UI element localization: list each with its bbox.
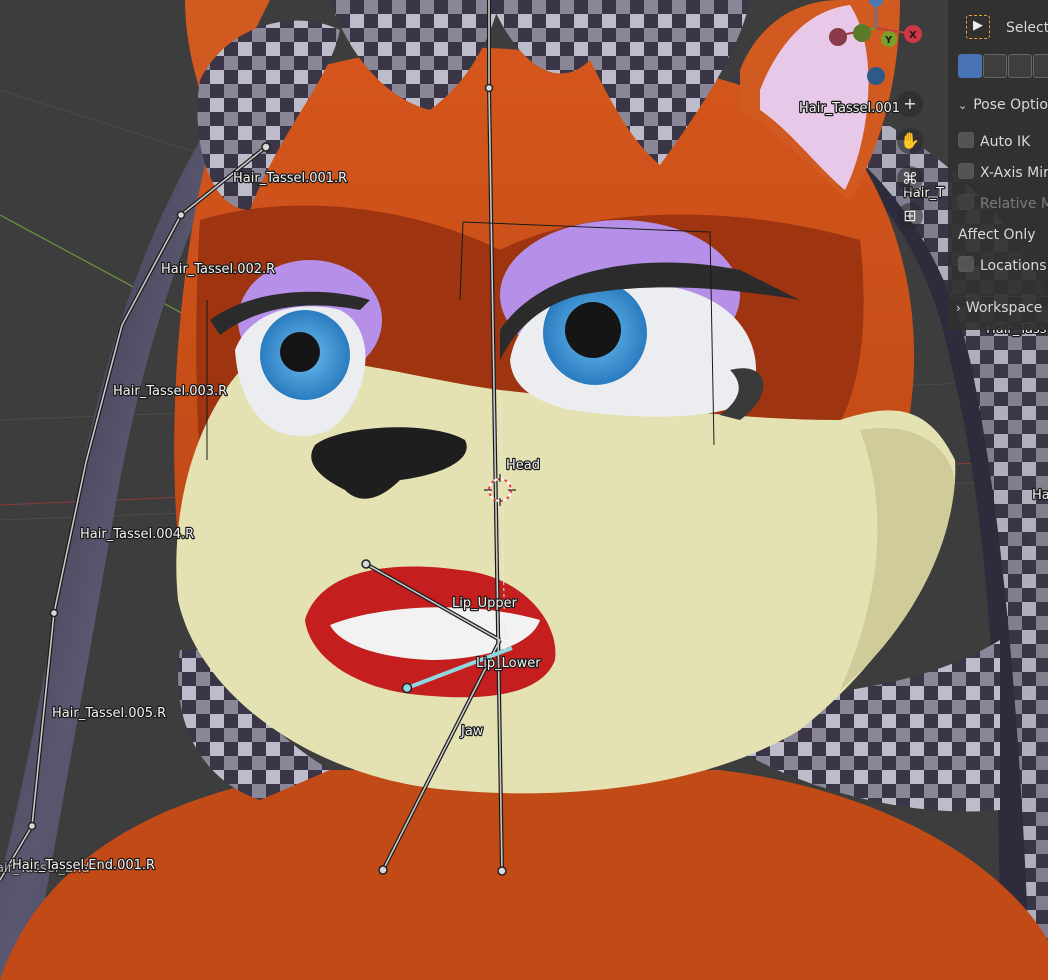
gizmo-neg-x[interactable] xyxy=(829,28,847,46)
select-mode-invert-icon[interactable] xyxy=(1033,54,1048,78)
workspace-header[interactable]: › Workspace xyxy=(956,296,1048,319)
bone-joint-selected xyxy=(401,682,413,694)
select-label: Select xyxy=(1006,20,1048,36)
tool-settings-panel: ▶ Select ⌄Pose Options Auto IK X-Axis Mi… xyxy=(948,0,1048,330)
select-mode-subtract-icon[interactable] xyxy=(1008,54,1032,78)
auto-ik-toggle[interactable]: Auto IK xyxy=(958,131,1030,153)
camera-icon[interactable]: ⌘ xyxy=(897,166,923,192)
locations-checkbox[interactable] xyxy=(958,256,974,272)
3d-viewport[interactable]: Hair_Tassel.001.R Hair_Tassel.002.R Hair… xyxy=(0,0,1048,980)
label-hair-tassel-004: Hair_Tassel.004.R xyxy=(80,527,194,542)
left-pupil xyxy=(280,332,320,372)
gizmo-neg-z[interactable] xyxy=(867,67,885,85)
label-hair-tassel-005: Hair_Tassel.005.R xyxy=(52,706,166,721)
gizmo-neg-y[interactable] xyxy=(853,24,871,42)
right-pupil xyxy=(565,302,621,358)
hand-pan-icon[interactable]: ✋ xyxy=(897,128,923,154)
label-lip-upper: Lip_Upper xyxy=(452,596,518,611)
auto-ik-checkbox[interactable] xyxy=(958,132,974,148)
select-tool-icon[interactable]: ▶ xyxy=(966,15,990,39)
chevron-right-icon: › xyxy=(956,301,961,315)
select-mode-extend-icon[interactable] xyxy=(983,54,1007,78)
label-head: Head xyxy=(506,458,540,473)
relative-mirror-toggle[interactable]: Relative Mirror xyxy=(958,193,1048,215)
label-hair-tassel-003: Hair_Tassel.003.R xyxy=(113,384,227,399)
chevron-down-icon: ⌄ xyxy=(958,99,968,112)
select-mode-new-icon[interactable] xyxy=(958,54,982,78)
pose-options-header[interactable]: ⌄Pose Options xyxy=(958,94,1048,116)
label-hair-tassel-partial-3: Ha xyxy=(1032,488,1048,503)
label-lip-lower: Lip_Lower xyxy=(476,656,541,671)
label-jaw: Jaw xyxy=(460,724,484,739)
label-hair-tassel-end: Hair_Tassel.End.001.R xyxy=(12,858,155,873)
label-hair-tassel-001: Hair_Tassel.001.R xyxy=(233,171,347,186)
gizmo-x-label: X xyxy=(909,30,917,41)
relative-mirror-checkbox[interactable] xyxy=(958,194,974,210)
affect-only-label: Affect Only xyxy=(958,227,1036,243)
x-axis-mirror-checkbox[interactable] xyxy=(958,163,974,179)
zoom-in-icon[interactable]: + xyxy=(897,91,923,117)
grid-icon[interactable]: ⊞ xyxy=(897,203,923,229)
gizmo-y-label: Y xyxy=(884,35,893,46)
x-axis-mirror-toggle[interactable]: X-Axis Mirror xyxy=(958,162,1048,184)
locations-toggle[interactable]: Locations xyxy=(958,255,1047,277)
label-hair-tassel-001-left: Hair_Tassel.001 xyxy=(799,101,900,116)
label-hair-tassel-002: Hair_Tassel.002.R xyxy=(161,262,275,277)
